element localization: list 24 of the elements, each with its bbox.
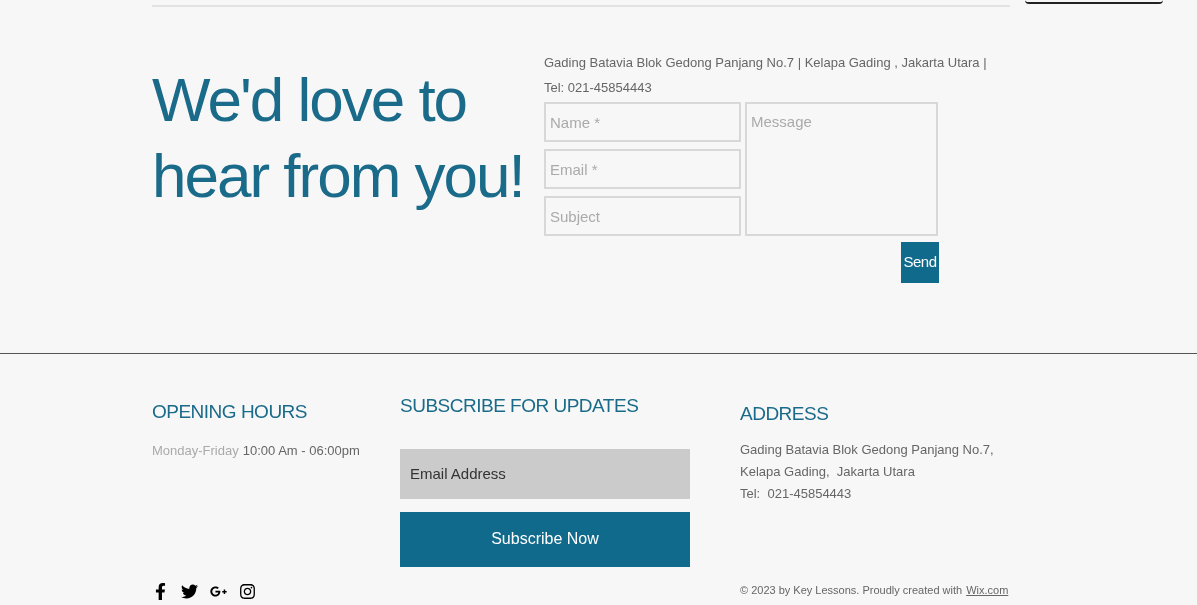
input-field[interactable]: Subject [544, 196, 741, 236]
email-field[interactable]: Email Address [400, 448, 690, 499]
message-field[interactable]: Message [745, 102, 938, 236]
input-field[interactable]: Name * [544, 102, 741, 142]
address-line: Gading Batavia Blok Gedong Panjang No.7, [740, 440, 995, 459]
phone-text: Tel: 021-45854443 [544, 79, 653, 97]
address-line: Kelapa Gading, Jakarta Utara [740, 462, 916, 481]
camera-icon[interactable] [239, 583, 256, 600]
section-title: ADDRESS [740, 402, 830, 426]
google-plus-icon[interactable] [210, 583, 227, 600]
days-text: Monday-Friday [152, 441, 239, 460]
copyright-text: © 2023 by Key Lessons. Proudly created with [740, 582, 963, 598]
wix-link[interactable]: Wix.com [966, 581, 1009, 598]
input-field[interactable]: Email * [544, 149, 741, 189]
send-button[interactable]: Send [901, 242, 939, 283]
section-title: SUBSCRIBE FOR UPDATES [400, 394, 640, 418]
section-title: OPENING HOURS [152, 400, 309, 424]
heading-line: We'd love to [152, 64, 468, 136]
hours-text: 10:00 Am - 06:00pm [242, 441, 360, 460]
heading-line: hear from you! [152, 140, 525, 212]
subscribe-button[interactable]: Subscribe Now [400, 511, 690, 567]
address-text: Gading Batavia Blok Gedong Panjang No.7 | Kelapa Gading , Jakarta Utara | [544, 54, 987, 72]
bird-icon[interactable] [181, 583, 198, 600]
address-line: Tel: 021-45854443 [740, 484, 853, 503]
